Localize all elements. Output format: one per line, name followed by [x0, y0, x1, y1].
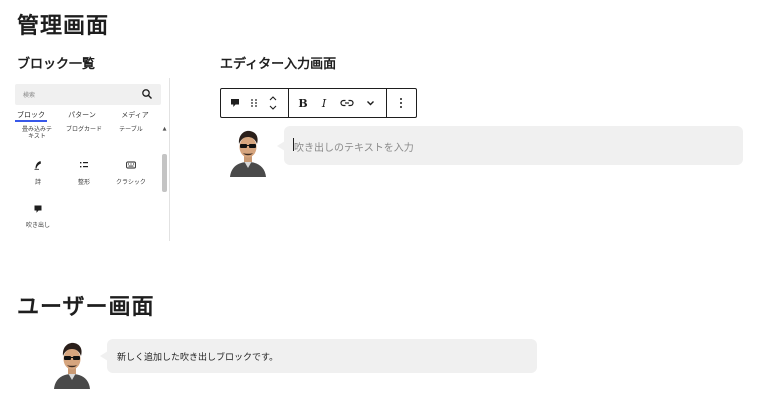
panel-edge [169, 78, 170, 241]
tab-media[interactable]: メディア [117, 110, 153, 122]
block-item-preformatted-label[interactable]: 整形 [69, 179, 99, 186]
block-item-accordion-label[interactable]: 畳み込みテキスト [19, 126, 55, 140]
drag-handle[interactable] [247, 89, 261, 117]
avatar [54, 342, 90, 389]
block-search-input[interactable]: 検索 [15, 84, 161, 105]
inserter-tabs: ブロック パターン メディア [15, 110, 165, 124]
block-list-heading: ブロック一覧 [17, 57, 96, 72]
user-title: ユーザー画面 [17, 295, 155, 320]
block-item-speech-bubble-label[interactable]: 吹き出し [19, 222, 57, 229]
tab-blocks[interactable]: ブロック [15, 110, 47, 122]
inserter-scrollbar[interactable]: ▲ [162, 126, 167, 241]
toolbar-divider [288, 89, 289, 117]
bubble-text: 新しく追加した吹き出しブロックです。 [117, 353, 279, 363]
move-up-down-icon [269, 96, 277, 110]
link-icon [340, 99, 354, 107]
link-button[interactable] [338, 89, 356, 117]
bubble-placeholder[interactable]: 吹き出しのテキストを入力 [294, 139, 414, 154]
editor-heading: エディター入力画面 [220, 57, 337, 72]
search-placeholder: 検索 [23, 92, 36, 99]
avatar [230, 130, 266, 177]
more-formats-button[interactable] [363, 89, 377, 117]
block-item-verse-label[interactable]: 詩 [23, 179, 53, 186]
block-item-blogcard-label[interactable]: ブログカード [65, 126, 103, 133]
block-inserter-panel: 検索 ブロック パターン メディア ▲ 畳み込みテキスト ブログカード テーブル… [15, 78, 170, 241]
speech-bubble-icon [231, 99, 239, 107]
verse-icon[interactable] [33, 160, 43, 170]
move-up-down-button[interactable] [265, 89, 281, 117]
block-item-classic-label[interactable]: クラシック [111, 179, 151, 186]
more-vertical-icon [400, 98, 402, 108]
search-icon[interactable] [141, 88, 153, 100]
user-speech-bubble: 新しく追加した吹き出しブロックです。 [100, 339, 537, 373]
italic-button[interactable]: I [317, 89, 331, 117]
speech-bubble-icon[interactable] [33, 204, 43, 214]
block-type-button[interactable] [227, 89, 243, 117]
editor-speech-bubble[interactable]: 吹き出しのテキストを入力 [277, 126, 743, 165]
bubble-tail [277, 141, 285, 151]
bubble-tail [100, 351, 108, 361]
tab-patterns[interactable]: パターン [65, 110, 99, 122]
classic-icon[interactable] [126, 160, 136, 170]
preformatted-icon[interactable] [79, 160, 89, 170]
drag-handle-icon [251, 99, 257, 107]
block-toolbar: B I [220, 88, 417, 118]
toolbar-divider [386, 89, 387, 117]
options-button[interactable] [393, 89, 409, 117]
scroll-up-icon[interactable]: ▲ [162, 127, 167, 132]
chevron-down-icon [366, 101, 374, 106]
admin-title: 管理画面 [17, 14, 110, 39]
block-item-table-label[interactable]: テーブル [113, 126, 149, 133]
scroll-thumb[interactable] [162, 154, 167, 192]
bold-button[interactable]: B [295, 89, 311, 117]
